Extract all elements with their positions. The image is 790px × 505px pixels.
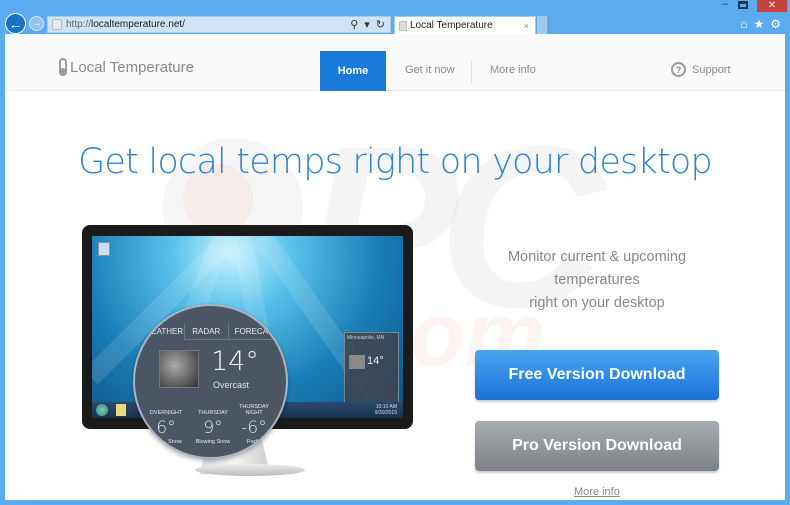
close-window-button[interactable]: ✕ <box>757 0 787 12</box>
site-logo[interactable]: Local Temperature <box>59 58 194 76</box>
arrow-left-icon: ← <box>8 15 23 32</box>
pro-download-button[interactable]: Pro Version Download <box>475 421 719 471</box>
widget-magnifier: WEATHER RADAR FORECAST 14° Overcast OVER… <box>133 304 288 459</box>
widget-tab-weather: WEATHER <box>135 323 185 340</box>
gadget-cloud-icon <box>349 355 365 369</box>
more-info-link[interactable]: More info <box>574 486 620 498</box>
logo-text: Local Temperature <box>70 58 194 76</box>
forecast-temp: 9° <box>203 418 223 438</box>
nav-divider <box>471 61 472 83</box>
forecast-label: THURSDAY <box>198 410 228 416</box>
thermometer-icon <box>59 58 67 76</box>
forecast-item: OVERNIGHT 6° Snow <box>141 404 191 445</box>
free-download-button[interactable]: Free Version Download <box>475 350 719 400</box>
forecast-item: THURSDAY NIGHT -6° Partly <box>233 404 275 445</box>
forward-button[interactable]: → <box>29 16 44 31</box>
start-orb-icon <box>96 404 108 416</box>
back-button[interactable]: ← <box>5 13 26 34</box>
nav-home[interactable]: Home <box>320 51 386 91</box>
nav-support[interactable]: ? Support <box>671 62 731 77</box>
maximize-button[interactable] <box>738 1 748 9</box>
recycle-bin-icon <box>98 242 110 256</box>
page-headline: Get local temps right on your desktop <box>78 142 713 182</box>
site-navbar: Local Temperature Home Get it now More i… <box>5 34 785 91</box>
overcast-cloud-icon <box>159 350 199 388</box>
url-scheme: http:// <box>66 19 92 30</box>
nav-more-info[interactable]: More info <box>490 64 536 76</box>
widget-tab-radar: RADAR <box>184 323 229 340</box>
favorites-star-icon[interactable]: ★ <box>753 17 764 31</box>
favicon-icon <box>399 20 407 31</box>
current-condition: Overcast <box>213 380 250 390</box>
refresh-icon[interactable]: ↻ <box>376 18 385 31</box>
minimize-button[interactable]: – <box>719 0 731 10</box>
url-domain: localtemperature.net/ <box>91 19 185 30</box>
gear-icon[interactable]: ⚙ <box>770 17 781 31</box>
tagline-line: right on your desktop <box>529 295 665 311</box>
monitor-base <box>195 464 305 476</box>
gadget-city: Minneapolis, MN <box>347 335 385 341</box>
forecast-temp: 6° <box>156 418 176 438</box>
gadget-temp: 14° <box>367 355 384 367</box>
nav-get-it-now[interactable]: Get it now <box>405 64 455 76</box>
widget-tab-forecast: FORECAST <box>228 323 286 340</box>
forecast-item: THURSDAY 9° Blowing Snow <box>188 404 238 445</box>
forecast-desc: Snow <box>168 439 182 445</box>
web-page: PC .com Local Temperature Home Get it no… <box>5 34 785 500</box>
forecast-desc: Blowing Snow <box>195 439 231 445</box>
arrow-right-icon: → <box>31 18 42 29</box>
help-circle-icon: ? <box>671 62 686 77</box>
tagline-line: temperatures <box>554 272 640 288</box>
tab-title: Local Temperature <box>410 20 493 31</box>
close-tab-icon[interactable]: × <box>524 21 529 31</box>
home-icon[interactable]: ⌂ <box>740 17 747 31</box>
forecast-label: THURSDAY NIGHT <box>239 404 269 416</box>
taskbar-clock: 10:10 AM 9/30/2015 <box>375 404 397 416</box>
forecast-label: OVERNIGHT <box>149 410 183 416</box>
explorer-icon <box>116 404 126 416</box>
clock-date: 9/30/2015 <box>374 410 397 416</box>
weather-gadget: Minneapolis, MN 14° <box>344 332 399 404</box>
browser-chrome: ← → http:// localtemperature.net/ ⚲ ▾ ↻ … <box>0 0 790 34</box>
search-icon[interactable]: ⚲ <box>350 18 358 31</box>
forecast-temp: -6° <box>241 418 267 438</box>
new-tab-button[interactable] <box>537 16 547 34</box>
chevron-down-icon[interactable]: ▾ <box>364 18 370 31</box>
page-icon <box>52 19 62 30</box>
forecast-desc: Partly <box>246 439 262 445</box>
support-label: Support <box>692 63 731 76</box>
tagline: Monitor current & upcoming temperatures … <box>485 246 709 315</box>
browser-tab[interactable]: Local Temperature × <box>394 16 536 34</box>
address-bar[interactable]: http:// localtemperature.net/ ⚲ ▾ ↻ <box>47 16 391 33</box>
tagline-line: Monitor current & upcoming <box>507 249 687 265</box>
current-temp: 14° <box>211 346 259 377</box>
